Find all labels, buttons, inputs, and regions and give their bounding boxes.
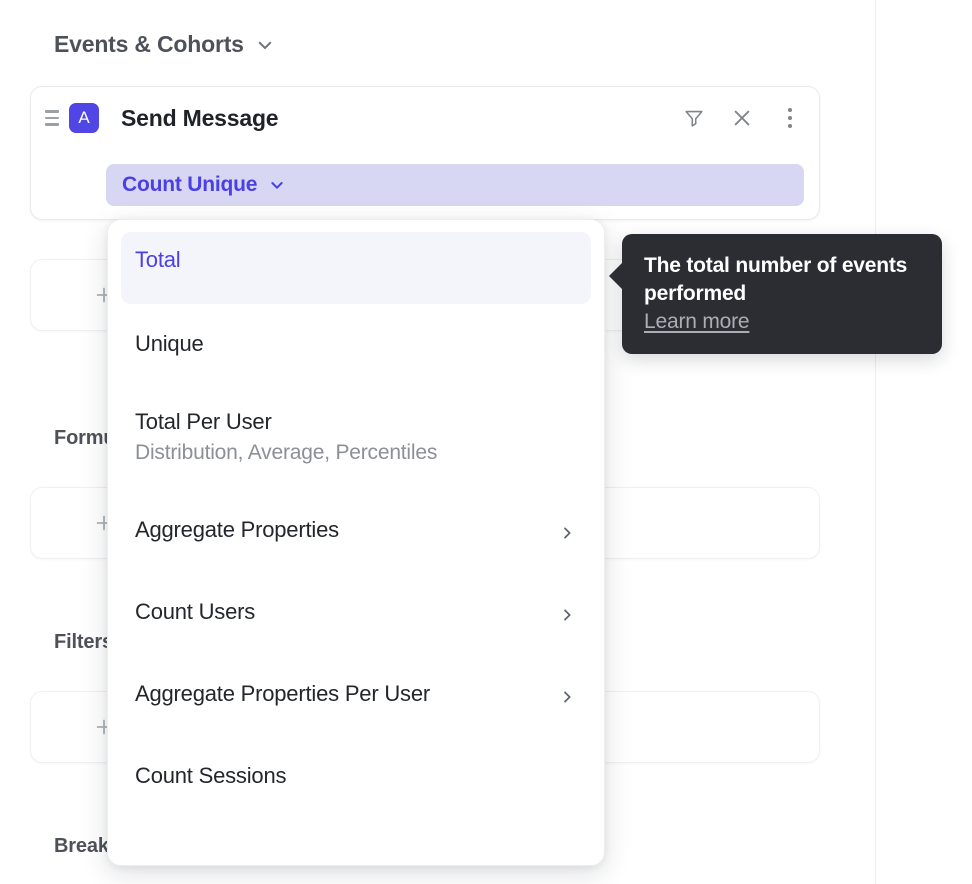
filter-icon[interactable] — [681, 105, 707, 131]
menu-item-total-per-user[interactable]: Total Per User Distribution, Average, Pe… — [121, 394, 591, 490]
page-title: Events & Cohorts — [54, 31, 244, 57]
menu-item-subtitle: Distribution, Average, Percentiles — [135, 440, 438, 464]
close-icon[interactable] — [729, 105, 755, 131]
chevron-right-icon — [559, 689, 575, 705]
section-label-filters: Filters — [54, 631, 113, 653]
menu-item-label: Total — [135, 247, 181, 272]
event-card-actions — [681, 105, 803, 131]
chevron-down-icon[interactable] — [256, 36, 274, 54]
events-and-cohorts-header[interactable]: Events & Cohorts — [54, 31, 274, 58]
menu-item-label: Aggregate Properties — [135, 517, 339, 542]
event-card-header: A Send Message — [31, 87, 819, 149]
chevron-right-icon — [559, 525, 575, 541]
menu-item-total[interactable]: Total — [121, 232, 591, 304]
drag-handle-icon[interactable] — [39, 105, 65, 131]
menu-item-aggregate-properties-per-user[interactable]: Aggregate Properties Per User — [121, 666, 591, 728]
menu-item-label: Unique — [135, 331, 204, 356]
menu-item-label: Count Users — [135, 599, 256, 624]
menu-item-aggregate-properties[interactable]: Aggregate Properties — [121, 502, 591, 564]
event-card: A Send Message Count Unique — [30, 86, 820, 220]
learn-more-link[interactable]: Learn more — [644, 310, 750, 334]
measure-dropdown-menu: Total Unique Total Per User Distribution… — [107, 219, 605, 866]
menu-item-unique[interactable]: Unique — [121, 316, 591, 378]
menu-item-count-users[interactable]: Count Users — [121, 584, 591, 646]
menu-item-label: Count Sessions — [135, 763, 287, 788]
page-root: Events & Cohorts Add... Formula Add... F… — [0, 0, 972, 884]
measure-selector-value: Count Unique — [122, 173, 258, 196]
menu-item-label: Aggregate Properties Per User — [135, 681, 431, 706]
menu-item-label: Total Per User — [135, 409, 272, 434]
menu-item-count-sessions[interactable]: Count Sessions — [121, 748, 591, 810]
tooltip-text: The total number of events performed — [644, 254, 908, 305]
chevron-right-icon — [559, 607, 575, 623]
measure-selector[interactable]: Count Unique — [106, 164, 804, 206]
panel-divider — [875, 0, 876, 884]
measure-tooltip: The total number of events performed Lea… — [609, 234, 942, 354]
more-vertical-icon[interactable] — [777, 105, 803, 131]
event-name[interactable]: Send Message — [121, 105, 279, 132]
chevron-down-icon — [269, 177, 285, 193]
event-letter-badge: A — [69, 103, 99, 133]
